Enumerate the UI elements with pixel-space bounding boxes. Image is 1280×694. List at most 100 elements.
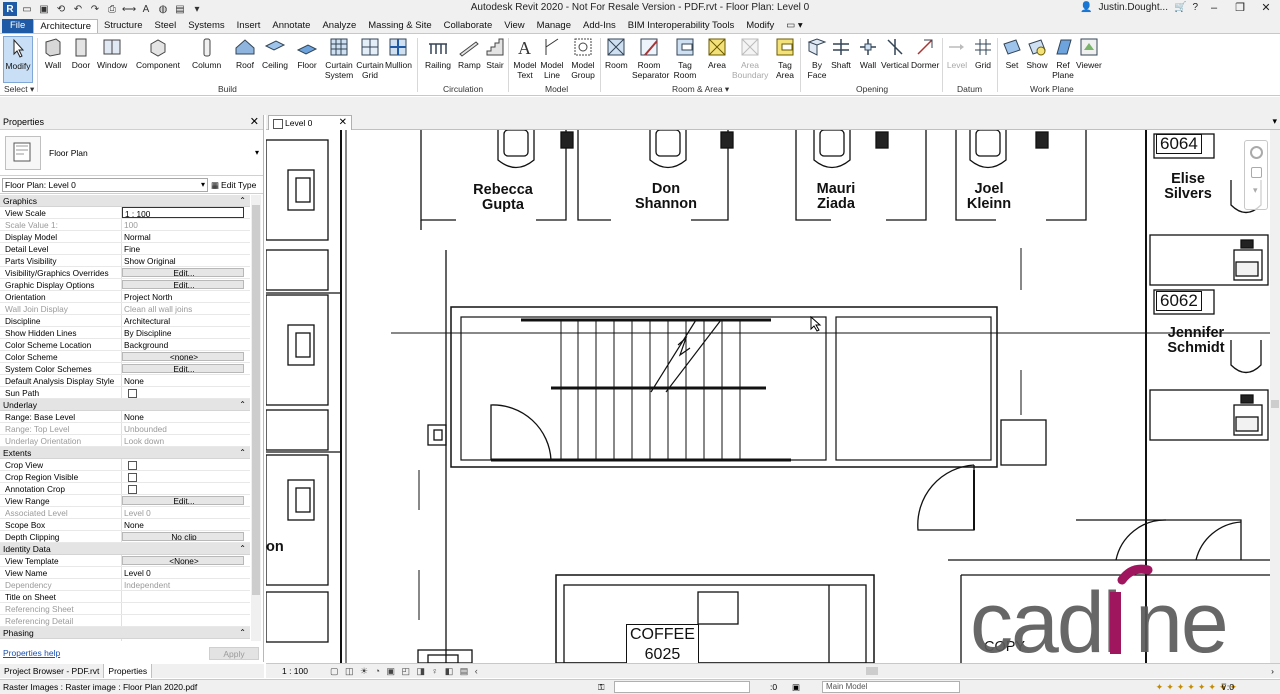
prop-row[interactable]: Depth Clipping No clip (0, 531, 250, 543)
prop-row[interactable]: Sun Path (0, 387, 250, 399)
stair-button[interactable]: Stair (484, 36, 506, 70)
ceiling-button[interactable]: Ceiling (262, 36, 288, 70)
minimize-button[interactable]: – (1204, 2, 1224, 14)
room-separator-button[interactable]: Room Separator (632, 36, 669, 80)
prop-row[interactable]: Color Scheme Location Background (0, 339, 250, 351)
view-tab-level-0[interactable]: Level 0 ✕ (268, 115, 352, 130)
component-button[interactable]: Component (136, 36, 180, 70)
collapse-icon[interactable]: ⌃ (239, 627, 246, 639)
qat-dropdown-icon[interactable]: ▾ (190, 2, 204, 16)
design-options-icon[interactable]: ▣ (792, 680, 800, 694)
floor-button[interactable]: Floor (296, 36, 318, 70)
tag-area-button[interactable]: Tag Area (774, 36, 796, 80)
tab-structure[interactable]: Structure (98, 19, 149, 33)
vertical-button[interactable]: Vertical (881, 36, 909, 70)
curtain-grid-button[interactable]: Curtain Grid (356, 36, 384, 80)
cart-icon[interactable]: 🛒 (1174, 2, 1186, 13)
prop-checkbox[interactable] (128, 485, 137, 494)
apply-button[interactable]: Apply (209, 646, 259, 660)
prop-row[interactable]: Annotation Crop (0, 483, 250, 495)
collapse-icon[interactable]: ⌃ (239, 543, 246, 555)
collapse-icon[interactable]: ⌃ (239, 447, 246, 459)
prop-row[interactable]: View Name Level 0 (0, 567, 250, 579)
revit-logo[interactable]: R (3, 2, 17, 16)
column-button[interactable]: Column (192, 36, 221, 70)
steering-wheel-icon[interactable] (1250, 146, 1263, 159)
viewer-button[interactable]: Viewer (1076, 36, 1102, 70)
prop-group-identity-data[interactable]: Identity Data ⌃ (0, 543, 250, 555)
prop-row[interactable]: View Range Edit... (0, 495, 250, 507)
filter-icon[interactable]: ⊽:0 (1221, 680, 1234, 694)
prop-edit-button[interactable]: No clip (122, 532, 244, 541)
prop-group-graphics[interactable]: Graphics ⌃ (0, 195, 250, 207)
wall-button[interactable]: Wall (42, 36, 64, 70)
tab-collaborate[interactable]: Collaborate (438, 19, 499, 33)
sync-icon[interactable]: ⟲ (54, 2, 68, 16)
prop-row[interactable]: Detail Level Fine (0, 243, 250, 255)
show-button[interactable]: Show (1026, 36, 1048, 70)
collapse-icon[interactable]: ⌃ (239, 195, 246, 207)
tab-manage[interactable]: Manage (531, 19, 577, 33)
prop-row[interactable]: Scope Box None (0, 519, 250, 531)
user-name[interactable]: Justin.Dought... (1099, 2, 1168, 13)
worksets-icon[interactable]: ⚿ (598, 680, 604, 694)
navigation-bar[interactable]: ▾ (1244, 140, 1268, 210)
zoom-icon[interactable] (1251, 167, 1262, 178)
prop-edit-button[interactable]: Edit... (122, 496, 244, 505)
prop-row[interactable]: Graphic Display Options Edit... (0, 279, 250, 291)
prop-row[interactable]: Color Scheme <none> (0, 351, 250, 363)
room-area-panel-label[interactable]: Room & Area ▾ (672, 84, 729, 95)
prop-row[interactable]: View Scale 1 : 100 (0, 207, 250, 219)
prop-group-phasing[interactable]: Phasing ⌃ (0, 627, 250, 639)
prop-checkbox[interactable] (128, 473, 137, 482)
tab-view[interactable]: View (498, 19, 530, 33)
prop-row[interactable]: Range: Base Level None (0, 411, 250, 423)
railing-button[interactable]: Railing (425, 36, 451, 70)
prop-row[interactable]: Display Model Normal (0, 231, 250, 243)
level-button[interactable]: Level (946, 36, 968, 70)
prop-row[interactable]: Phase FilterShow All (0, 639, 250, 641)
prop-row[interactable]: Default Analysis Display Style None (0, 375, 250, 387)
close-button[interactable]: ✕ (1256, 1, 1276, 14)
restore-button[interactable]: ❐ (1230, 1, 1250, 14)
main-model-select[interactable]: Main Model (822, 681, 960, 693)
view-scale-text[interactable]: 1 : 100 (282, 664, 308, 678)
wall-opening-button[interactable]: Wall (857, 36, 879, 70)
scrollbar-thumb[interactable] (866, 667, 878, 675)
switch-windows-icon[interactable]: ▤ (173, 2, 187, 16)
tab-insert[interactable]: Insert (231, 19, 267, 33)
prop-edit-button[interactable]: <None> (122, 556, 244, 565)
model-text-button[interactable]: A Model Text (513, 36, 537, 80)
model-group-button[interactable]: Model Group (570, 36, 596, 80)
collapse-icon[interactable]: ⌃ (239, 399, 246, 411)
measure-icon[interactable]: ⟷ (122, 2, 136, 16)
tab-annotate[interactable]: Annotate (266, 19, 316, 33)
ribbon-options-icon[interactable]: ▭ ▾ (780, 19, 808, 33)
modify-button[interactable]: Modify (3, 36, 33, 83)
prop-checkbox[interactable] (128, 389, 137, 398)
dormer-button[interactable]: Dormer (911, 36, 939, 70)
prop-row[interactable]: Discipline Architectural (0, 315, 250, 327)
tab-architecture[interactable]: Architecture (33, 19, 98, 33)
properties-help-link[interactable]: Properties help (3, 648, 60, 658)
area-boundary-button[interactable]: Area Boundary (732, 36, 768, 80)
prop-group-underlay[interactable]: Underlay ⌃ (0, 399, 250, 411)
properties-close-button[interactable]: ✕ (250, 115, 259, 130)
prop-edit-button[interactable]: Edit... (122, 280, 244, 289)
properties-scrollbar[interactable] (251, 195, 261, 641)
nav-menu-icon[interactable]: ▾ (1253, 185, 1258, 196)
curtain-system-button[interactable]: Curtain System (324, 36, 354, 80)
undo-icon[interactable]: ↶ (71, 2, 85, 16)
scroll-right-icon[interactable]: › (1271, 664, 1274, 678)
tab-project-browser[interactable]: Project Browser - PDF.rvt (0, 664, 105, 678)
edit-type-button[interactable]: ▦ Edit Type (211, 178, 256, 192)
prop-row[interactable]: View Template <None> (0, 555, 250, 567)
user-icon[interactable]: 👤 (1080, 2, 1092, 13)
view-control-icons[interactable]: ▢ ◫ ☀ ◔ ▣ ◰ ◨ ♀ ◧ ▤ ‹ (330, 664, 480, 678)
room-button[interactable]: Room (605, 36, 628, 70)
door-button[interactable]: Door (70, 36, 92, 70)
prop-row[interactable]: Visibility/Graphics Overrides Edit... (0, 267, 250, 279)
tab-properties[interactable]: Properties (104, 664, 153, 678)
print-icon[interactable]: ⎙ (105, 2, 119, 16)
select-panel-label[interactable]: Select ▾ (4, 84, 34, 95)
